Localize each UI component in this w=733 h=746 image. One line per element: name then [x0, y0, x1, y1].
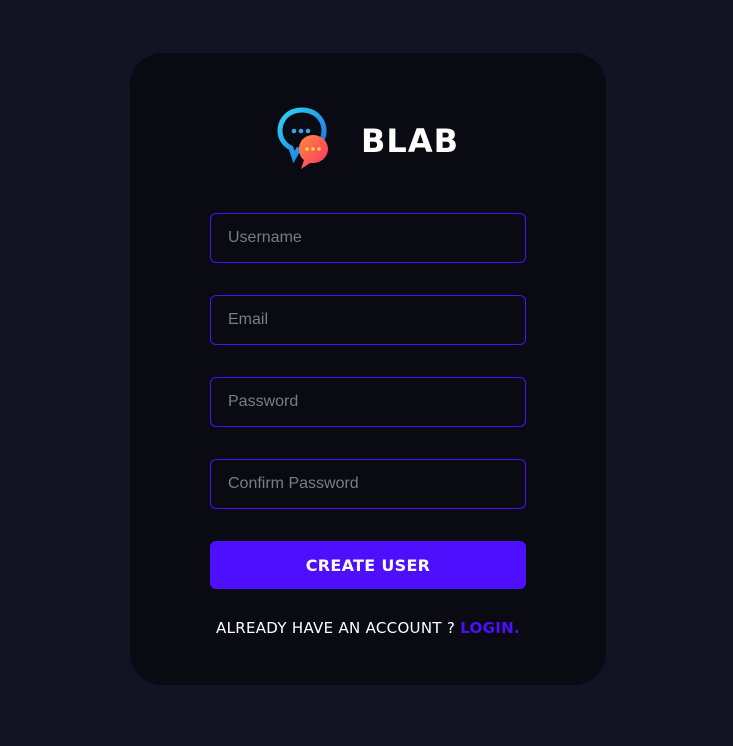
register-page: BLAB CREATE USER ALREADY HAVE AN ACCOUNT…	[0, 0, 733, 746]
username-input[interactable]	[210, 213, 526, 263]
login-prompt: ALREADY HAVE AN ACCOUNT ? LOGIN.	[130, 619, 606, 637]
register-card: BLAB CREATE USER ALREADY HAVE AN ACCOUNT…	[130, 53, 606, 685]
email-input[interactable]	[210, 295, 526, 345]
create-user-button[interactable]: CREATE USER	[210, 541, 526, 589]
brand: BLAB	[130, 107, 606, 175]
password-input[interactable]	[210, 377, 526, 427]
chat-bubbles-icon	[277, 107, 329, 169]
brand-name: BLAB	[361, 122, 459, 160]
login-link[interactable]: LOGIN.	[460, 619, 520, 637]
login-prompt-text: ALREADY HAVE AN ACCOUNT ?	[216, 619, 456, 637]
confirm-password-input[interactable]	[210, 459, 526, 509]
